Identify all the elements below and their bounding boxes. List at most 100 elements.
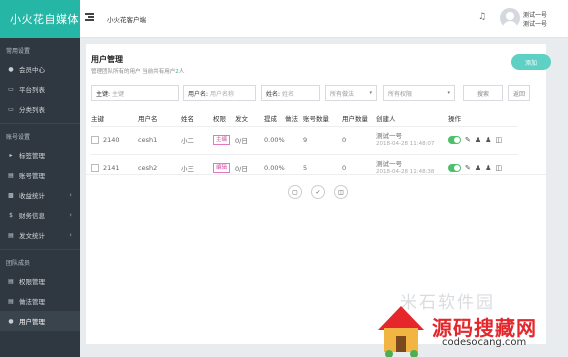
id-filter-placeholder: 主键 <box>112 90 125 98</box>
trash-icon[interactable]: ◫ <box>495 136 502 144</box>
top-title: 小火花客户端 <box>107 16 146 24</box>
col-permission: 权限 <box>213 114 226 123</box>
sidebar-item-label: 用户管理 <box>19 318 45 326</box>
table-row: 2141 cesh2 小三 编辑 0/日 0.00% 5 0 测试一号 2018-… <box>91 153 518 182</box>
page-subtitle: 管理团队所有的用户 当前共有用户2人 <box>91 67 184 75</box>
doc-icon: ▤ <box>8 277 14 285</box>
creator-name: 测试一号 <box>376 160 402 169</box>
sidebar-item-account-manage[interactable]: ▤ 账号管理 <box>0 165 80 185</box>
sidebar-item-finance[interactable]: $ 财务信息 › <box>0 205 80 225</box>
select-all-icon[interactable]: ▢ <box>288 185 302 199</box>
tag-icon: ▸ <box>9 151 13 159</box>
col-accounts: 账号数量 <box>303 114 329 123</box>
user-name: 测试一号 <box>523 12 548 19</box>
username-filter-input[interactable]: 用户名: 用户名称 <box>183 85 256 101</box>
sidebar-item-tag-manage[interactable]: ▸ 标签管理 <box>0 145 80 165</box>
table-header: 主键 用户名 姓名 权限 发文 提成 做法 账号数量 用户数量 创建人 操作 <box>91 110 518 126</box>
chart-icon: ▩ <box>8 191 14 199</box>
cell-posts: 0/日 <box>235 153 264 182</box>
sidebar-item-label: 做法管理 <box>19 298 45 306</box>
sidebar-item-label: 收益统计 <box>19 192 45 200</box>
users-icon[interactable]: ♟ <box>485 136 491 144</box>
trash-icon[interactable]: ◫ <box>334 185 348 199</box>
cell-id: 2140 <box>91 125 138 154</box>
sidebar-item-category-list[interactable]: ▭ 分类列表 <box>0 99 80 119</box>
user-icon[interactable]: ♟ <box>475 136 481 144</box>
sidebar-item-label: 分类列表 <box>19 106 45 114</box>
col-posts: 发文 <box>235 114 248 123</box>
username-filter-placeholder: 用户名称 <box>210 90 235 98</box>
created-time: 2018-04-28 11:48:38 <box>376 169 435 176</box>
top-bar: 小火花客户端 ♫ 测试一号 测试一号 <box>80 0 568 38</box>
row-id: 2141 <box>103 164 120 173</box>
cell-method <box>285 153 303 182</box>
check-icon[interactable]: ✓ <box>311 185 325 199</box>
table-row: 2140 cesh1 小二 主编 0/日 0.00% 9 0 测试一号 2018-… <box>91 125 518 154</box>
sidebar-item-label: 标签管理 <box>19 152 45 160</box>
avatar[interactable] <box>500 8 520 28</box>
cell-commission: 0.00% <box>264 125 285 154</box>
row-checkbox[interactable] <box>91 164 99 173</box>
status-toggle[interactable] <box>448 136 461 144</box>
status-toggle[interactable] <box>448 164 461 173</box>
permission-select[interactable]: 所有权限 ▾ <box>383 85 455 101</box>
permission-badge: 编辑 <box>213 163 231 174</box>
sidebar-section-title: 账号设置 <box>6 134 31 141</box>
sidebar-item-platform-list[interactable]: ▭ 平台列表 <box>0 79 80 99</box>
sidebar-item-post-stats[interactable]: ▤ 发文统计 › <box>0 225 80 245</box>
menu-toggle-icon[interactable] <box>85 13 94 21</box>
user-icon[interactable]: ♟ <box>475 164 481 172</box>
cell-id: 2141 <box>91 153 138 182</box>
cell-name: 小二 <box>181 125 213 154</box>
sidebar-item-earnings[interactable]: ▩ 收益统计 › <box>0 185 80 205</box>
users-table: 主键 用户名 姓名 权限 发文 提成 做法 账号数量 用户数量 创建人 操作 2… <box>91 110 518 182</box>
sidebar-item-label: 会员中心 <box>19 66 45 74</box>
col-name: 姓名 <box>181 114 194 123</box>
cell-permission: 主编 <box>213 125 235 154</box>
watermark-house-logo <box>378 306 424 357</box>
user-role: 测试一号 <box>523 21 548 28</box>
back-button[interactable]: 返回 <box>508 85 530 101</box>
name-filter-label: 姓名: <box>266 90 281 98</box>
method-select[interactable]: 所有做法 ▾ <box>325 85 377 101</box>
trash-icon[interactable]: ◫ <box>495 164 502 172</box>
row-checkbox[interactable] <box>91 136 99 144</box>
edit-icon[interactable]: ✎ <box>465 136 471 144</box>
sidebar-item-member-center[interactable]: ● 会员中心 <box>0 59 80 79</box>
col-id: 主键 <box>91 114 104 123</box>
chevron-right-icon: › <box>69 191 72 199</box>
sidebar-item-method-manage[interactable]: ▤ 做法管理 <box>0 291 80 311</box>
chevron-right-icon: › <box>69 231 72 239</box>
sidebar-item-label: 权限管理 <box>19 278 45 286</box>
cell-commission: 0.00% <box>264 153 285 182</box>
id-filter-input[interactable]: 主键: 主键 <box>91 85 179 101</box>
bell-icon[interactable]: ♫ <box>478 12 486 22</box>
cell-posts: 0/日 <box>235 125 264 154</box>
edit-icon[interactable]: ✎ <box>465 164 471 172</box>
subtitle-text: 管理团队所有的用户 当前共有用户 <box>91 69 176 75</box>
sidebar-item-permission-manage[interactable]: ▤ 权限管理 <box>0 271 80 291</box>
chevron-down-icon: ▾ <box>369 90 372 96</box>
cell-username: cesh1 <box>138 125 181 154</box>
search-button[interactable]: 搜索 <box>463 85 503 101</box>
sidebar-item-user-manage[interactable]: ● 用户管理 <box>0 311 80 331</box>
monitor-icon: ▭ <box>8 105 14 113</box>
cell-name: 小三 <box>181 153 213 182</box>
name-filter-input[interactable]: 姓名: 姓名 <box>261 85 320 101</box>
col-username: 用户名 <box>138 114 158 123</box>
user-info[interactable]: 测试一号 测试一号 <box>523 11 547 29</box>
add-button[interactable]: 添加 <box>511 54 551 70</box>
table-footer-divider <box>86 174 546 175</box>
sidebar-item-label: 账号管理 <box>19 172 45 180</box>
doc-icon: ▤ <box>8 297 14 305</box>
sidebar-section-title: 团队成员 <box>6 260 31 267</box>
doc-icon: ▤ <box>8 171 14 179</box>
users-icon[interactable]: ♟ <box>485 164 491 172</box>
col-users: 用户数量 <box>342 114 368 123</box>
brand-logo[interactable]: 小火花自媒体 <box>0 0 80 38</box>
row-id: 2140 <box>103 136 120 144</box>
cell-users: 0 <box>342 153 376 182</box>
cell-users: 0 <box>342 125 376 154</box>
watermark-url: codesocang.com <box>442 337 527 348</box>
cell-username: cesh2 <box>138 153 181 182</box>
